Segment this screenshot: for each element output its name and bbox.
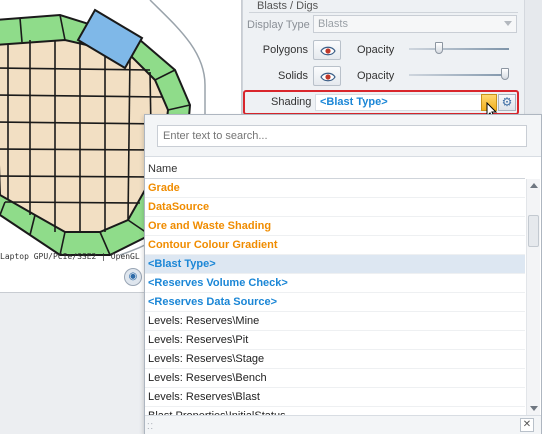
scroll-down-icon[interactable] [530,406,538,411]
polygons-opacity-slider[interactable] [409,48,509,50]
gpu-info-text: Laptop GPU/PCIe/SSE2 | OpenGL [0,252,140,261]
properties-panel: Blasts / Digs Display Type Blasts Polygo… [242,0,542,120]
bottom-panel [0,292,146,434]
chevron-down-icon [504,21,512,26]
close-button[interactable]: ✕ [520,418,534,432]
scroll-up-icon[interactable] [530,183,538,188]
eye-icon [320,46,336,56]
polygons-visibility-button[interactable] [313,40,341,60]
solids-opacity-thumb[interactable] [501,68,509,80]
search-input[interactable] [157,125,527,147]
polygons-opacity-thumb[interactable] [435,42,443,54]
shading-dropdown-popup: Name GradeDataSourceOre and Waste Shadin… [144,114,542,434]
search-area [145,115,541,157]
group-divider [249,12,518,13]
column-header-name[interactable]: Name [145,159,525,179]
gear-icon[interactable]: ⚙ [498,94,516,111]
globe-eye-icon[interactable]: ◉ [124,268,142,286]
panel-scroll-strip [524,0,542,120]
list-item[interactable]: Levels: Reserves\Blast [145,388,525,407]
display-type-value: Blasts [318,18,348,30]
list-item[interactable]: <Reserves Volume Check> [145,274,525,293]
resize-grip-icon[interactable]: ⁚⁚ [147,422,154,431]
list-item[interactable]: Blast Properties\InitialStatus [145,407,525,415]
shading-label: Shading [271,96,312,108]
list-item[interactable]: Levels: Reserves\Mine [145,312,525,331]
list-item[interactable]: Levels: Reserves\Stage [145,350,525,369]
solids-opacity-label: Opacity [357,70,395,82]
polygons-label: Polygons [262,44,308,56]
shading-options-list: Grade DataSource Ore and Waste Shading Cont… [145,179,525,415]
scrollbar-thumb[interactable] [528,215,539,247]
solids-visibility-button[interactable] [313,66,341,86]
display-type-label: Display Type [247,19,310,31]
list-item[interactable]: Levels: Reserves\Pit [145,331,525,350]
list-item[interactable]: <Reserves Data Source> [145,293,525,312]
group-title: Blasts / Digs [257,0,319,12]
list-item[interactable]: Ore and Waste Shading [145,217,525,236]
list-item[interactable]: DataSource [145,198,525,217]
list-item[interactable]: Contour Colour Gradient [145,236,525,255]
solids-opacity-slider[interactable] [409,74,509,76]
list-item[interactable]: Levels: Reserves\Bench [145,369,525,388]
eye-icon [320,72,336,82]
list-item[interactable]: <Blast Type> [145,255,525,274]
display-type-select: Blasts [313,15,517,33]
list-scrollbar[interactable] [526,179,540,415]
list-item[interactable]: Grade [145,179,525,198]
solids-label: Solids [278,70,308,82]
popup-footer: ⁚⁚ ✕ [145,415,541,434]
shading-select[interactable]: <Blast Type> [315,94,487,111]
polygons-opacity-label: Opacity [357,44,395,56]
